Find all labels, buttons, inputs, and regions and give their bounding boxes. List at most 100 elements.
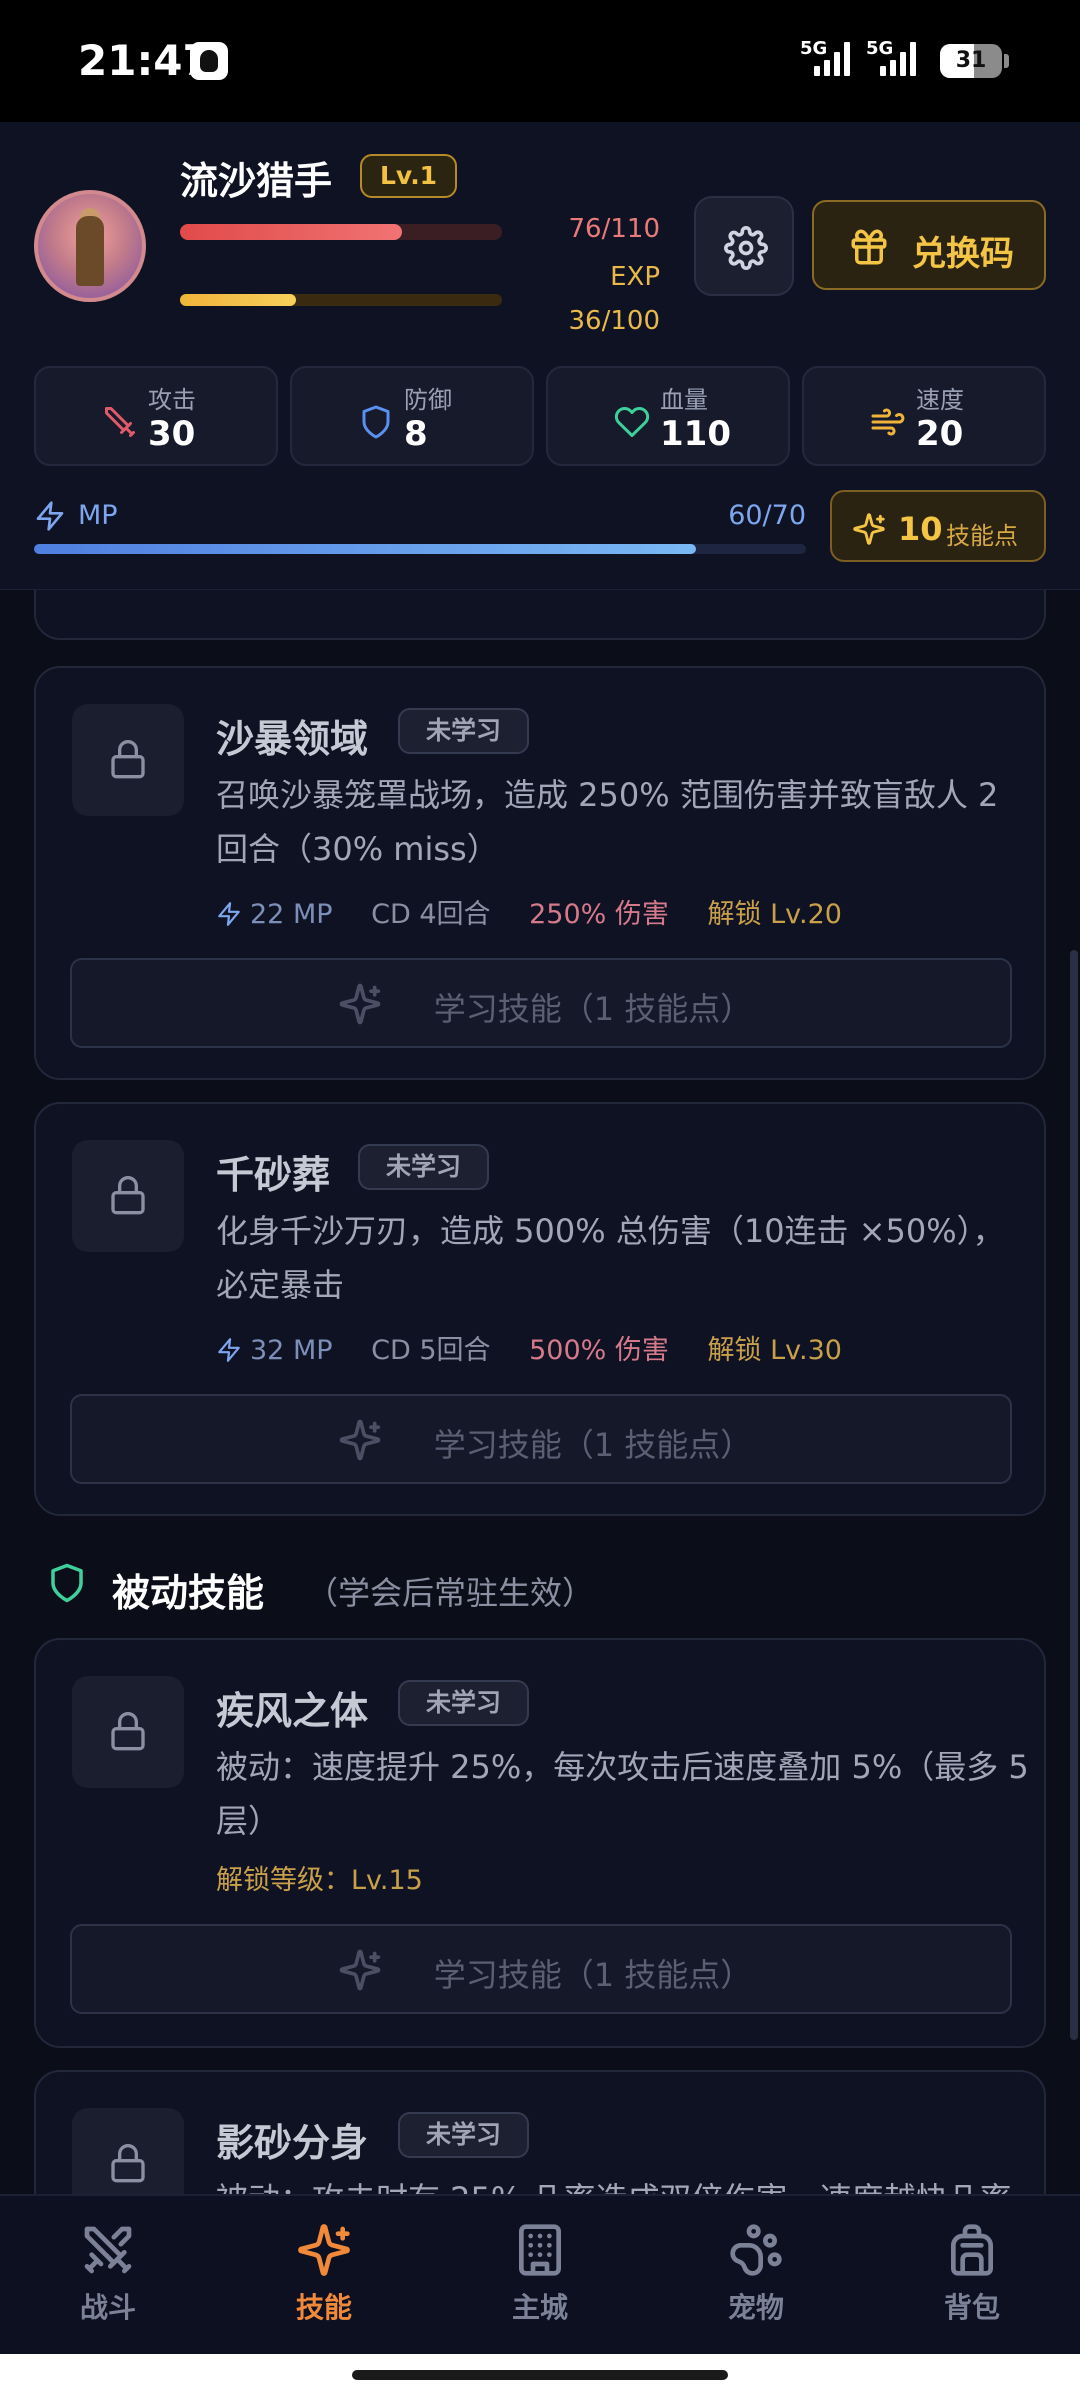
settings-button[interactable] [694, 196, 794, 296]
wind-icon [871, 408, 905, 436]
home-indicator[interactable] [352, 2370, 728, 2380]
battery-level: 31 [955, 48, 987, 73]
sparkle-icon [853, 513, 885, 545]
skill-points-count: 10 [898, 510, 943, 548]
section-title: 被动技能 [112, 1571, 265, 1615]
nav-tab-city[interactable]: 主城 [432, 2222, 648, 2332]
skill-card: 千砂葬 未学习 化身千沙万刃，造成 500% 总伤害（10连击 ×50%），必定… [34, 1102, 1046, 1516]
skill-cooldown: CD 4回合 [371, 899, 491, 930]
gesture-bar-area [0, 2354, 1080, 2400]
passive-skill-card: 疾风之体 未学习 被动：速度提升 25%，每次攻击后速度叠加 5%（最多 5 层… [34, 1638, 1046, 2048]
stat-defense: 防御 8 [290, 366, 534, 466]
stat-value: 110 [660, 414, 731, 454]
sparkle-icon [298, 2224, 350, 2276]
skill-name: 千砂葬 [216, 1153, 331, 1197]
lightning-icon [36, 501, 64, 531]
avatar[interactable] [34, 190, 146, 302]
scrollbar[interactable] [1070, 950, 1078, 2040]
lightning-icon [218, 1338, 240, 1362]
skill-cooldown: CD 5回合 [371, 1335, 491, 1366]
gear-icon [724, 226, 768, 270]
skill-unlock-level: 解锁 Lv.30 [707, 1335, 842, 1366]
skill-meta: 22 MP CD 4回合 250% 伤害 解锁 Lv.20 [216, 892, 872, 931]
passive-section-header: 被动技能 （学会后常驻生效） [46, 1560, 594, 1615]
skills-list[interactable]: 沙暴领域 未学习 召唤沙暴笼罩战场，造成 250% 范围伤害并致盲敌人 2 回合… [0, 590, 1080, 2194]
nav-label: 战斗 [79, 2291, 136, 2324]
skill-mp-cost: 32 MP [216, 1335, 333, 1366]
learn-skill-label: 学习技能（1 技能点） [433, 990, 753, 1028]
nav-tab-backpack[interactable]: 背包 [864, 2222, 1080, 2332]
stat-label: 速度 [916, 386, 964, 414]
redeem-code-label: 兑换码 [912, 234, 1014, 274]
crossed-swords-icon [84, 2226, 132, 2274]
stat-label: 血量 [660, 386, 708, 414]
stat-value: 20 [916, 414, 964, 454]
status-bar: 21:47 5G 5G 31 [0, 0, 1080, 122]
mp-label: MP [78, 500, 118, 531]
stat-value: 8 [404, 414, 428, 454]
skill-description: 被动：速度提升 25%，每次攻击后速度叠加 5%（最多 5 层） [216, 1748, 1029, 1840]
skill-points-badge[interactable]: 10 技能点 [830, 490, 1046, 562]
skill-card: 沙暴领域 未学习 召唤沙暴笼罩战场，造成 250% 范围伤害并致盲敌人 2 回合… [34, 666, 1046, 1080]
lock-icon [111, 2144, 145, 2183]
hp-value: 76/110 [568, 214, 660, 244]
nav-tab-battle[interactable]: 战斗 [0, 2222, 216, 2332]
exp-value: 36/100 [568, 306, 660, 336]
nav-tab-skills[interactable]: 技能 [216, 2222, 432, 2332]
learn-skill-button[interactable]: 学习技能（1 技能点） [70, 1394, 1012, 1484]
learn-skill-button[interactable]: 学习技能（1 技能点） [70, 1924, 1012, 2014]
skill-unlock-level: 解锁 Lv.20 [707, 899, 842, 930]
passive-skill-card: 影砂分身 未学习 被动：攻击时有 25% 几率造成双倍伤害，速度越快几率越高 [34, 2070, 1046, 2194]
lock-icon [111, 1176, 145, 1215]
skill-name: 影砂分身 [216, 2121, 369, 2165]
nav-label: 主城 [511, 2291, 568, 2324]
mp-value: 60/70 [728, 500, 806, 531]
learn-skill-label: 学习技能（1 技能点） [433, 1956, 753, 1994]
hp-bar-fill [180, 224, 402, 240]
shield-icon [362, 405, 390, 439]
exp-label: EXP [610, 262, 660, 292]
status-badge: 未学习 [398, 1680, 530, 1726]
signal-label-2: 5G [866, 38, 894, 59]
qq-app-icon [190, 42, 228, 80]
status-badge: 未学习 [358, 1144, 490, 1190]
exp-bar-fill [180, 294, 296, 306]
nav-label: 宠物 [727, 2291, 784, 2324]
skill-icon-locked [72, 704, 184, 816]
mp-bar-fill [34, 544, 696, 554]
signal-label: 5G [800, 38, 828, 59]
nav-tab-pets[interactable]: 宠物 [648, 2222, 864, 2332]
redeem-code-button[interactable]: 兑换码 [812, 200, 1046, 290]
skill-name: 沙暴领域 [216, 717, 369, 761]
building-icon [519, 2224, 561, 2276]
stat-label: 攻击 [148, 386, 196, 414]
learn-skill-label: 学习技能（1 技能点） [433, 1426, 753, 1464]
skill-damage: 250% 伤害 [529, 899, 669, 930]
stat-label: 防御 [404, 386, 452, 414]
lock-icon [111, 1712, 145, 1751]
heart-icon [614, 406, 650, 437]
shield-icon [51, 1563, 83, 1603]
battery-icon: 31 [940, 44, 1002, 78]
skill-points-label: 技能点 [946, 522, 1018, 550]
lock-icon [111, 740, 145, 779]
skill-damage: 500% 伤害 [529, 1335, 669, 1366]
nav-label: 技能 [295, 2291, 352, 2324]
skill-description: 被动：攻击时有 25% 几率造成双倍伤害，速度越快几率越高 [216, 2172, 1036, 2194]
player-name: 流沙猎手 [180, 159, 333, 203]
learn-skill-button[interactable]: 学习技能（1 技能点） [70, 958, 1012, 1048]
sword-icon [105, 407, 135, 437]
stat-hp: 血量 110 [546, 366, 790, 466]
stat-value: 30 [148, 414, 196, 454]
skill-icon-locked [72, 1140, 184, 1252]
status-badge: 未学习 [398, 2112, 530, 2158]
skill-meta: 32 MP CD 5回合 500% 伤害 解锁 Lv.30 [216, 1328, 872, 1367]
stat-attack: 攻击 30 [34, 366, 278, 466]
skill-icon-locked [72, 1676, 184, 1788]
paw-icon [730, 2224, 782, 2276]
nav-label: 背包 [943, 2291, 1000, 2324]
level-badge: Lv.1 [360, 154, 458, 198]
skill-card-previous [34, 590, 1046, 640]
stat-speed: 速度 20 [802, 366, 1046, 466]
skill-icon-locked [72, 2108, 184, 2194]
